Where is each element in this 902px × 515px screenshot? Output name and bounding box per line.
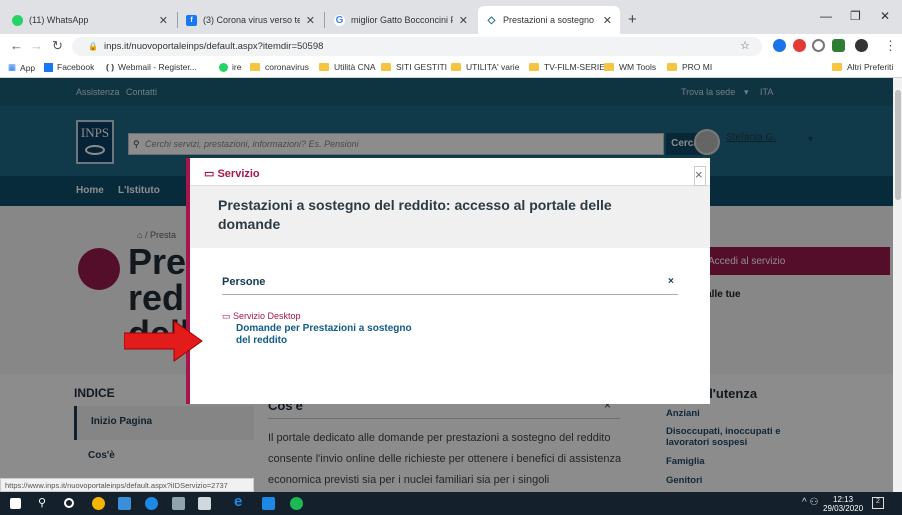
accordion-persone[interactable]: Persone <box>222 276 265 288</box>
minimize-button[interactable]: — <box>820 9 832 23</box>
service-modal: ▭ Servizio × Prestazioni a sostegno del … <box>186 158 710 404</box>
tab-whatsapp[interactable]: (11) WhatsApp ✕ <box>4 6 176 34</box>
collapse-icon[interactable]: × <box>668 276 674 287</box>
address-bar[interactable]: 🔒 inps.it/nuovoportaleinps/default.aspx?i… <box>72 37 762 56</box>
bookmark-webmail[interactable]: ( ) Webmail - Register... <box>106 62 197 72</box>
app-icon[interactable] <box>145 497 158 510</box>
modal-title: Prestazioni a sostegno del reddito: acce… <box>218 197 612 232</box>
scrollbar-thumb[interactable] <box>895 90 901 200</box>
bookmark-folder[interactable]: WM Tools <box>604 62 656 72</box>
laptop-icon: ▭ <box>222 311 231 321</box>
close-window-button[interactable]: ✕ <box>880 9 890 23</box>
folder-icon <box>451 63 461 71</box>
whatsapp-icon <box>12 14 23 26</box>
tab-title: miglior Gatto Bocconcini Pollo-Ta... <box>351 15 453 25</box>
folder-icon <box>529 63 539 71</box>
inps-icon: ◇ <box>486 14 497 26</box>
tab-facebook[interactable]: f (3) Corona virus verso terremoto ... ✕ <box>178 6 323 34</box>
bookmark-folder[interactable]: coronavirus <box>250 62 309 72</box>
folder-icon <box>250 63 260 71</box>
status-url: https://www.inps.it/nuovoportaleinps/def… <box>0 478 254 492</box>
url-text: inps.it/nuovoportaleinps/default.aspx?it… <box>103 41 324 52</box>
new-tab-button[interactable]: + <box>628 11 637 28</box>
notification-center-icon[interactable]: 2 <box>872 497 884 509</box>
bookmark-apps[interactable]: ▦ App <box>8 62 35 73</box>
folder-icon <box>604 63 614 71</box>
profile-avatar[interactable] <box>855 39 868 52</box>
close-tab-icon[interactable]: ✕ <box>153 14 168 27</box>
folder-icon <box>667 63 677 71</box>
bookmark-folder[interactable]: PRO MI <box>667 62 712 72</box>
tab-inps[interactable]: ◇ Prestazioni a sostegno del reddit... ✕ <box>478 6 620 34</box>
browser-tab-strip: (11) WhatsApp ✕ f (3) Corona virus verso… <box>0 0 902 34</box>
reload-icon[interactable]: ↻ <box>52 38 63 54</box>
bookmark-other[interactable]: Altri Preferiti <box>832 62 893 72</box>
modal-header-title: Servizio <box>217 168 260 180</box>
service-type-label: ▭ Servizio Desktop <box>222 311 301 321</box>
extension-icon[interactable] <box>832 39 845 52</box>
google-icon: G <box>334 14 345 26</box>
extension-icon[interactable] <box>773 39 786 52</box>
maximize-button[interactable]: ❐ <box>850 9 861 23</box>
windows-start-icon[interactable] <box>10 498 21 509</box>
cortana-icon[interactable] <box>64 498 74 508</box>
modal-title-band: Prestazioni a sostegno del reddito: acce… <box>190 186 710 248</box>
whatsapp-icon <box>219 62 228 72</box>
app-icon[interactable] <box>262 497 275 510</box>
chrome-icon[interactable] <box>92 497 105 510</box>
service-link[interactable]: Domande per Prestazioni a sostegno del r… <box>236 323 426 347</box>
bookmark-folder[interactable]: UTILITA' varie <box>451 62 519 72</box>
close-tab-icon[interactable]: ✕ <box>597 14 612 27</box>
tab-title: Prestazioni a sostegno del reddit... <box>503 15 597 25</box>
divider <box>222 294 678 295</box>
extension-icon[interactable] <box>812 39 825 52</box>
taskbar: ⚲ e <box>0 492 902 515</box>
extension-icon[interactable] <box>793 39 806 52</box>
laptop-icon: ▭ <box>204 168 215 180</box>
apps-grid-icon: ▦ <box>8 62 17 72</box>
bookmark-folder[interactable]: SITI GESTITI <box>381 62 447 72</box>
facebook-icon: f <box>186 14 197 26</box>
menu-icon[interactable]: ⋮ <box>884 38 897 54</box>
facebook-icon <box>44 62 53 72</box>
tab-title: (11) WhatsApp <box>29 15 89 25</box>
back-icon[interactable]: ← <box>10 38 23 53</box>
lock-icon: 🔒 <box>88 42 98 51</box>
spotify-icon[interactable] <box>290 497 303 510</box>
tab-title: (3) Corona virus verso terremoto ... <box>203 15 300 25</box>
edge-icon[interactable]: e <box>234 493 247 510</box>
forward-icon[interactable]: → <box>30 38 43 53</box>
folder-icon <box>319 63 329 71</box>
search-icon[interactable]: ⚲ <box>38 496 51 509</box>
file-explorer-icon[interactable] <box>118 497 131 510</box>
close-modal-button[interactable]: × <box>694 166 706 186</box>
close-tab-icon[interactable]: ✕ <box>453 14 468 27</box>
bookmark-facebook[interactable]: Facebook <box>44 62 94 72</box>
folder-icon <box>832 63 842 71</box>
red-arrow-annotation <box>124 320 203 362</box>
system-tray[interactable]: ^ ⚇ <box>802 497 818 508</box>
bookmark-folder[interactable]: TV-FILM-SERIE <box>529 62 605 72</box>
bookmark-ire[interactable]: ire <box>219 62 241 72</box>
close-tab-icon[interactable]: ✕ <box>300 14 315 27</box>
store-icon[interactable] <box>198 497 211 510</box>
folder-icon <box>381 63 391 71</box>
bookmark-star-icon[interactable]: ☆ <box>740 37 750 56</box>
modal-header: ▭ Servizio <box>190 158 710 186</box>
tab-google[interactable]: G miglior Gatto Bocconcini Pollo-Ta... ✕ <box>326 6 476 34</box>
bookmarks-bar: ▦ App Facebook ( ) Webmail - Register... i… <box>0 59 902 78</box>
app-icon[interactable] <box>172 497 185 510</box>
bookmark-folder[interactable]: Utilità CNA <box>319 62 376 72</box>
code-brackets-icon: ( ) <box>106 62 115 72</box>
clock[interactable]: 12:13 29/03/2020 <box>823 495 863 513</box>
